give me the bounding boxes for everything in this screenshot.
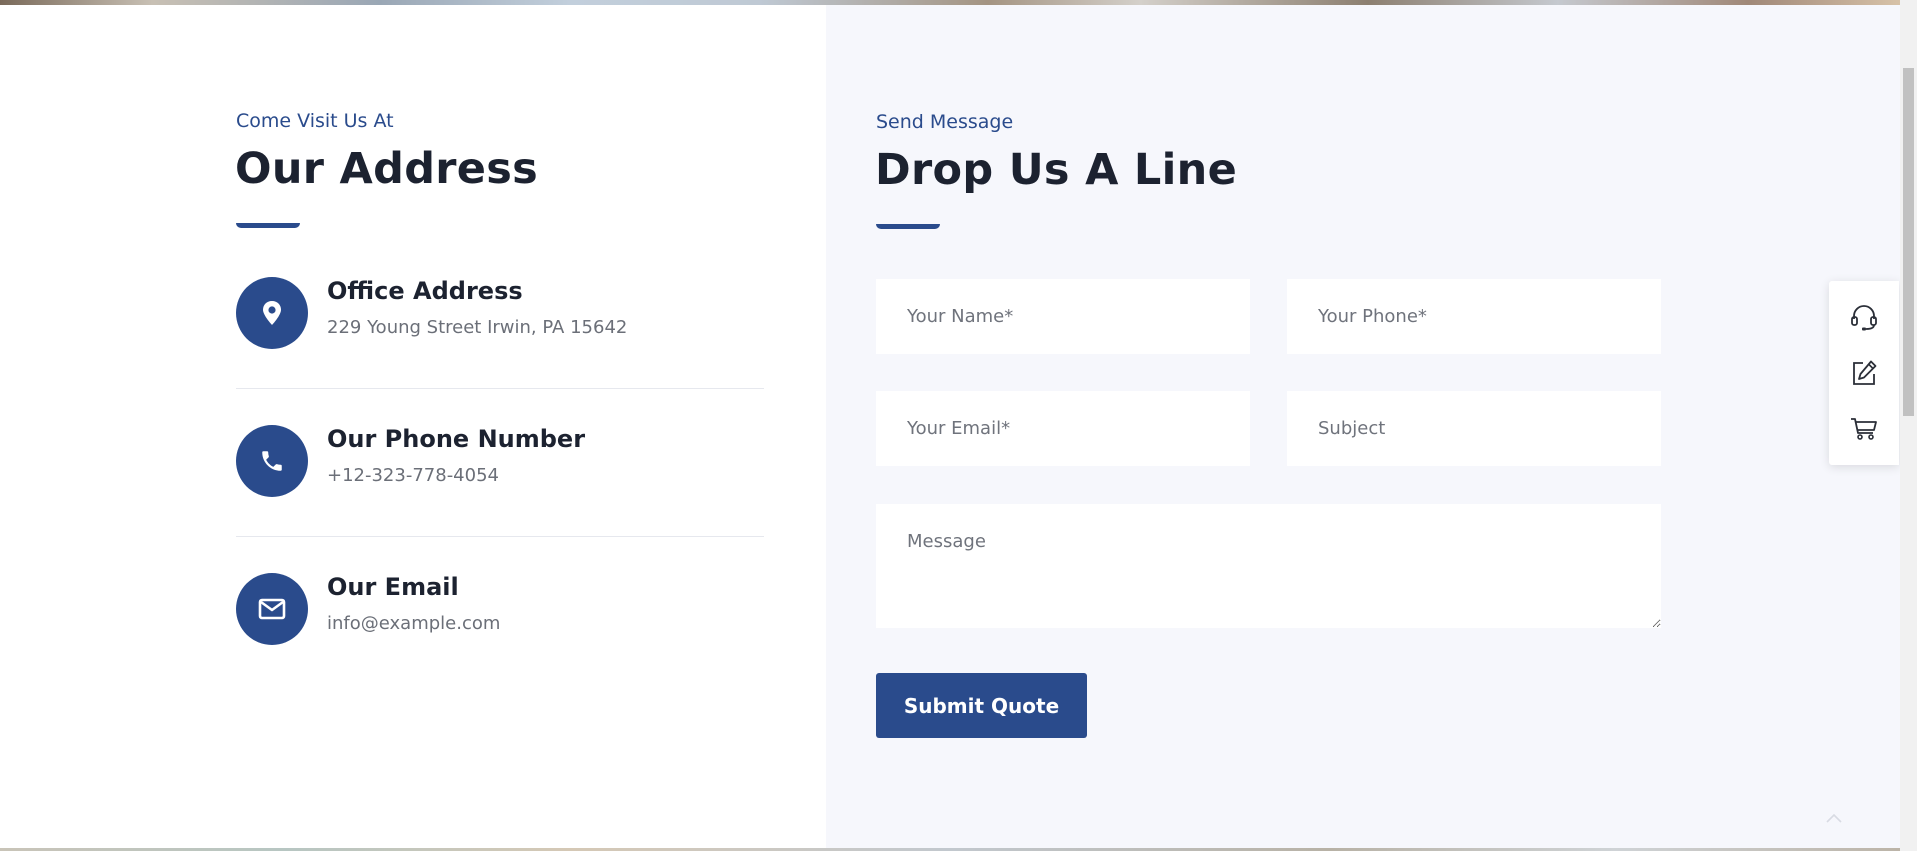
- form-heading-underline: [876, 224, 940, 229]
- cart-icon: [1851, 418, 1877, 440]
- cart-button[interactable]: [1847, 411, 1881, 445]
- floating-side-panel: [1829, 281, 1899, 465]
- info-item-phone: Our Phone Number +12-323-778-4054: [236, 425, 764, 499]
- divider: [236, 388, 764, 389]
- envelope-circle: [236, 573, 308, 645]
- scrollbar-thumb[interactable]: [1903, 68, 1914, 416]
- address-eyebrow: Come Visit Us At: [236, 110, 394, 132]
- info-title: Our Email: [327, 573, 459, 601]
- phone-circle: [236, 425, 308, 497]
- form-heading: Drop Us A Line: [875, 145, 1238, 195]
- info-value: +12-323-778-4054: [327, 465, 499, 486]
- info-value: info@example.com: [327, 613, 501, 634]
- phone-icon: [262, 451, 282, 471]
- headset-icon: [1851, 305, 1877, 331]
- info-item-email: Our Email info@example.com: [236, 573, 764, 647]
- message-field[interactable]: [876, 504, 1661, 628]
- address-heading-underline: [236, 223, 300, 228]
- submit-quote-button[interactable]: Submit Quote: [876, 673, 1087, 738]
- edit-icon: [1853, 360, 1877, 385]
- form-eyebrow: Send Message: [876, 111, 1014, 133]
- envelope-icon: [258, 598, 286, 620]
- info-title: Office Address: [327, 277, 523, 305]
- name-field[interactable]: [876, 279, 1250, 354]
- info-title: Our Phone Number: [327, 425, 586, 453]
- quote-button[interactable]: [1847, 356, 1881, 390]
- subject-field[interactable]: [1287, 391, 1661, 466]
- info-item-office-address: Office Address 229 Young Street Irwin, P…: [236, 277, 764, 351]
- location-pin-icon: [263, 301, 281, 325]
- address-heading: Our Address: [235, 144, 539, 194]
- back-to-top-button[interactable]: [1820, 804, 1848, 832]
- page-scrollbar[interactable]: [1900, 0, 1917, 851]
- divider: [236, 536, 764, 537]
- email-field[interactable]: [876, 391, 1250, 466]
- phone-field[interactable]: [1287, 279, 1661, 354]
- info-value: 229 Young Street Irwin, PA 15642: [327, 317, 628, 338]
- support-button[interactable]: [1847, 300, 1881, 334]
- location-pin-circle: [236, 277, 308, 349]
- chevron-up-icon: [1826, 813, 1842, 823]
